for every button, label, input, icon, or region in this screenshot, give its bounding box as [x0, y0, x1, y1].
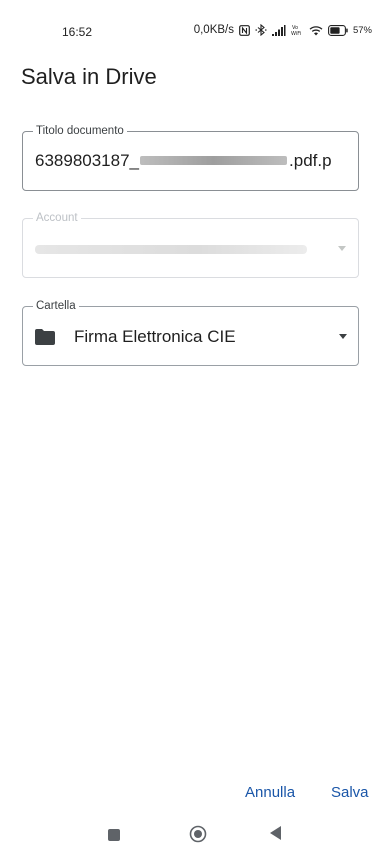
- folder-dropdown[interactable]: Cartella Firma Elettronica CIE: [22, 299, 359, 366]
- folder-name: Firma Elettronica CIE: [74, 327, 236, 346]
- chevron-down-icon: [338, 246, 346, 251]
- cancel-button[interactable]: Annulla: [245, 784, 295, 801]
- document-title-value[interactable]: 6389803187_ .pdf.p: [35, 151, 332, 171]
- folder-icon: [35, 329, 55, 350]
- document-title-field[interactable]: Titolo documento 6389803187_ .pdf.p: [22, 124, 359, 191]
- status-icons: 0,0KB/s Vo WiFi 57%: [194, 24, 372, 36]
- svg-text:WiFi: WiFi: [291, 31, 301, 36]
- signal-icon: [271, 24, 286, 36]
- recents-icon[interactable]: [108, 828, 120, 846]
- document-title-label: Titolo documento: [33, 124, 127, 138]
- document-title-suffix: .pdf.p: [289, 151, 332, 170]
- bluetooth-icon: [255, 24, 267, 36]
- status-time: 16:52: [62, 25, 93, 39]
- back-icon[interactable]: [270, 826, 282, 845]
- net-speed: 0,0KB/s: [193, 24, 234, 36]
- wifi-icon: [309, 25, 323, 36]
- save-button[interactable]: Salva: [331, 784, 369, 801]
- nfc-icon: [239, 24, 250, 36]
- account-field: Account: [22, 211, 359, 278]
- chevron-down-icon[interactable]: [339, 334, 347, 339]
- battery-percent: 57%: [352, 24, 372, 36]
- navigation-bar: [0, 820, 383, 852]
- status-bar: 16:52 0,0KB/s Vo WiFi 57%: [0, 0, 383, 62]
- folder-label: Cartella: [33, 299, 79, 313]
- document-title-prefix: 6389803187_: [35, 151, 140, 170]
- battery-icon: [328, 24, 348, 36]
- home-icon[interactable]: [189, 825, 207, 848]
- redacted-text: [140, 156, 288, 166]
- account-value-redacted: [35, 245, 307, 254]
- vowifi-icon: Vo WiFi: [291, 24, 304, 36]
- account-label: Account: [33, 211, 81, 225]
- page-title: Salva in Drive: [21, 64, 157, 89]
